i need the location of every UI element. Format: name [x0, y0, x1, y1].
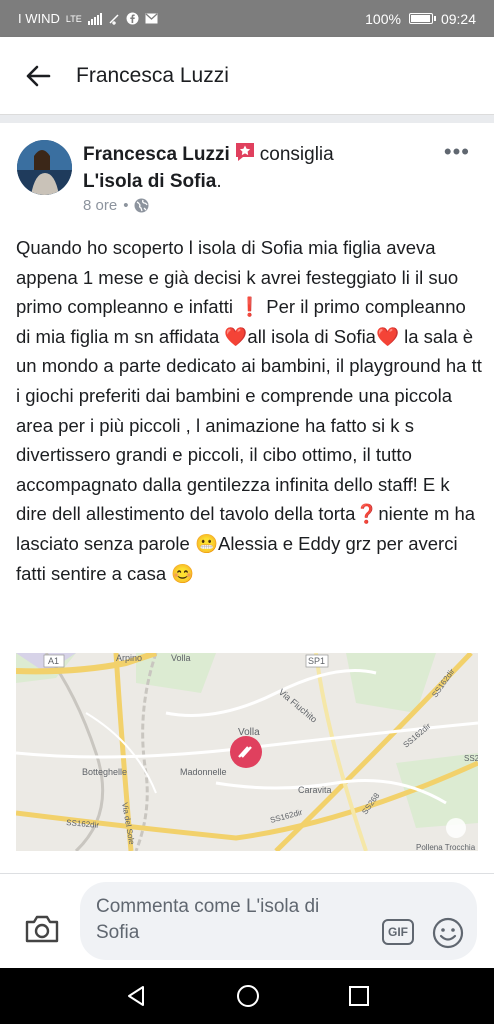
- map-label-ss2: SS2: [464, 754, 478, 763]
- map-label-botteghelle: Botteghelle: [82, 767, 127, 777]
- home-circle-icon[interactable]: [236, 984, 260, 1008]
- mail-icon: [145, 13, 158, 24]
- gif-button[interactable]: GIF: [382, 919, 414, 945]
- recommend-star-icon: [235, 143, 254, 161]
- map-label-a1: A1: [48, 656, 59, 666]
- comment-input[interactable]: Commenta come L'isola di Sofia GIF: [80, 882, 477, 960]
- map-label-madonnelle: Madonnelle: [180, 767, 227, 777]
- comment-composer: Commenta come L'isola di Sofia GIF: [0, 873, 494, 968]
- carrier-label: I WIND: [18, 11, 60, 26]
- recents-square-icon[interactable]: [348, 985, 370, 1007]
- app-bar: Francesca Luzzi: [0, 37, 494, 115]
- feed-divider: [0, 115, 494, 123]
- post-meta: 8 ore •: [83, 197, 149, 214]
- arrow-left-icon: [26, 65, 51, 86]
- status-bar: I WIND LTE 100% 09:24: [0, 0, 494, 37]
- map-label-pollena: Pollena Trocchia: [416, 843, 476, 851]
- page-suffix: .: [216, 171, 222, 192]
- post-header: Francesca Luzzi consiglia L'isola di Sofi…: [83, 141, 433, 195]
- battery-percent: 100%: [365, 10, 401, 27]
- map-label-caravita: Caravita: [298, 785, 332, 795]
- map-label-volla: Volla: [238, 727, 260, 738]
- action-text: consiglia: [259, 144, 334, 165]
- back-button[interactable]: [0, 37, 76, 115]
- meta-separator: •: [123, 197, 129, 214]
- system-nav-bar: [0, 968, 494, 1024]
- more-options-button[interactable]: •••: [444, 139, 470, 165]
- signal-icon: [87, 12, 102, 25]
- facebook-icon: [126, 12, 139, 25]
- map-label-arpino: Arpino: [116, 653, 142, 663]
- post-body: Quando ho scoperto l isola di Sofia mia …: [16, 237, 482, 584]
- network-type: LTE: [65, 13, 82, 24]
- location-map[interactable]: A1 Arpino Volla SP1 Via Fiuchito Volla B…: [16, 653, 478, 851]
- battery-icon: [408, 13, 436, 24]
- post-card: Francesca Luzzi consiglia L'isola di Sofi…: [0, 123, 494, 873]
- back-triangle-icon[interactable]: [124, 984, 148, 1008]
- comment-placeholder: Commenta come L'isola di Sofia: [96, 896, 320, 943]
- map-label-sp1: SP1: [308, 656, 325, 666]
- map-label-volla-top: Volla: [171, 653, 191, 663]
- wifi-off-icon: [109, 13, 119, 25]
- post-time[interactable]: 8 ore: [83, 197, 117, 214]
- emoji-icon[interactable]: [432, 917, 464, 949]
- avatar[interactable]: [17, 140, 72, 195]
- camera-icon[interactable]: [24, 914, 60, 944]
- globe-icon: [134, 198, 149, 213]
- author-name[interactable]: Francesca Luzzi: [83, 144, 230, 165]
- page-title: Francesca Luzzi: [76, 63, 229, 87]
- clock: 09:24: [440, 10, 476, 27]
- page-link[interactable]: L'isola di Sofia: [83, 171, 216, 192]
